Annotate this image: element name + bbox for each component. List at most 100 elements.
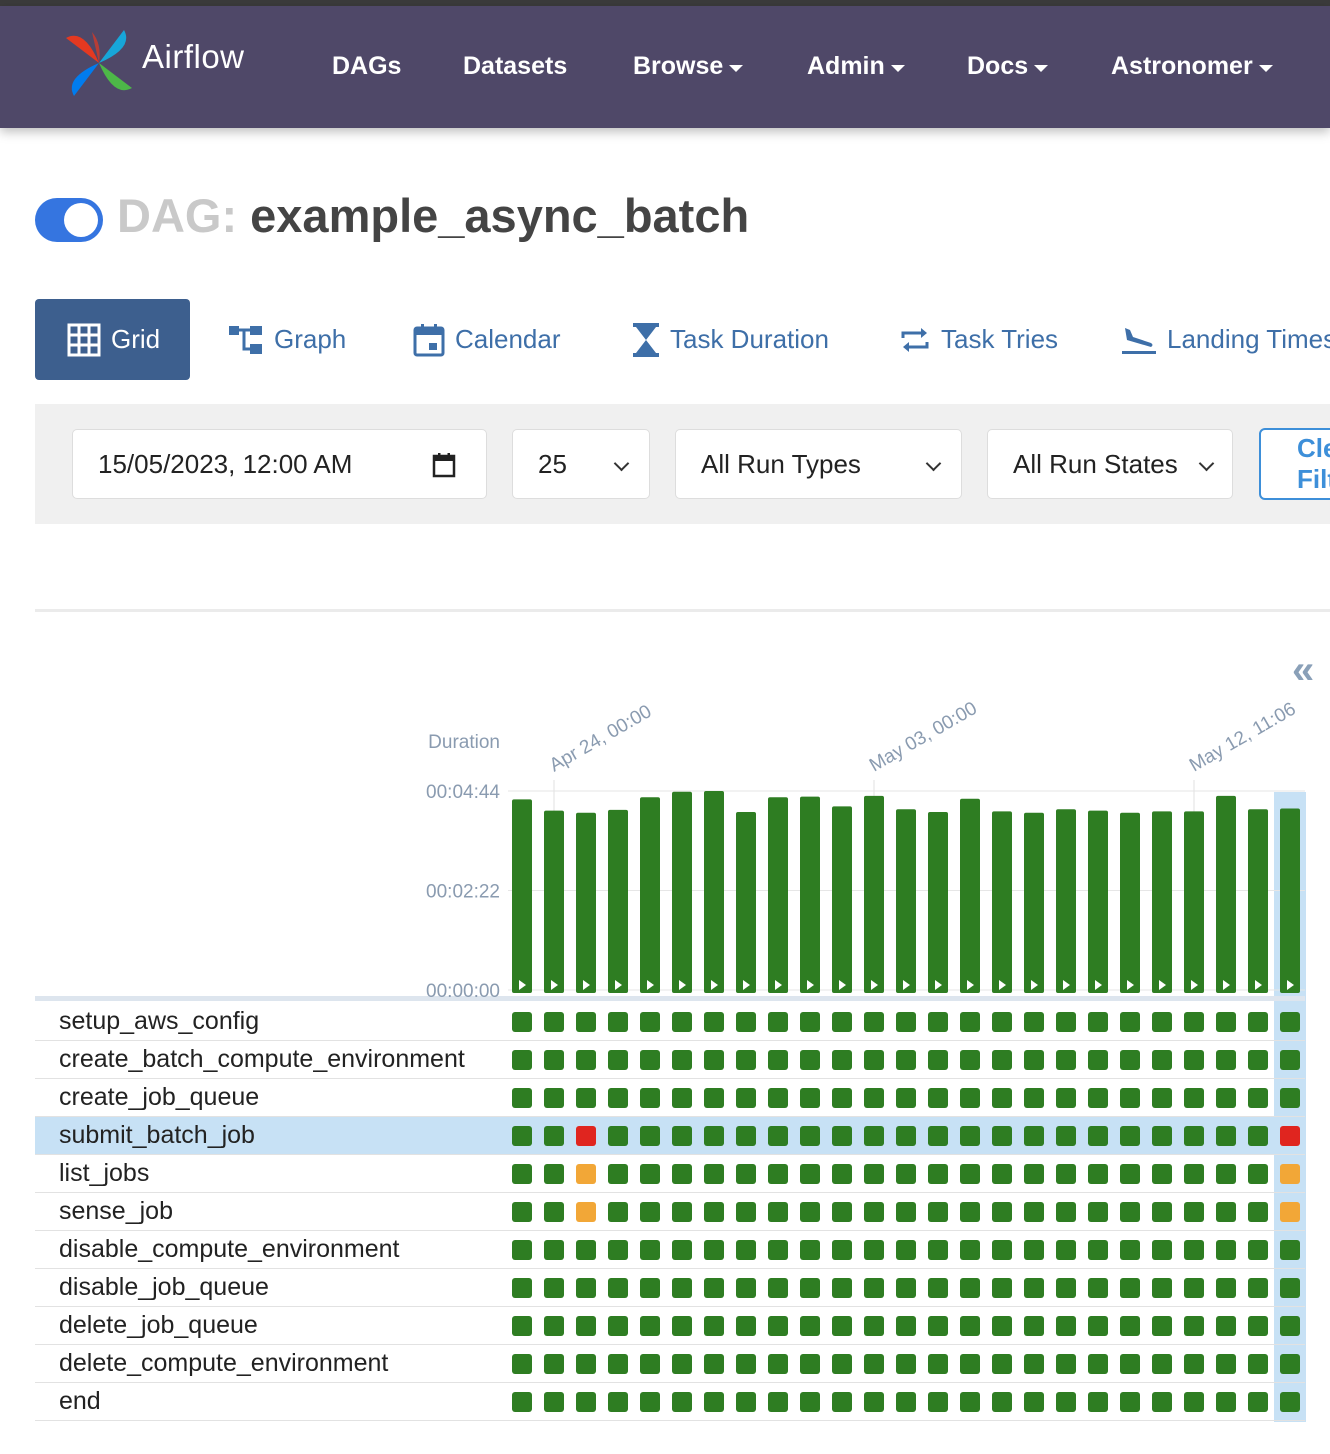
task-instance-cell[interactable]	[1280, 1354, 1300, 1374]
task-instance-cell[interactable]	[512, 1240, 532, 1260]
task-instance-cell[interactable]	[1184, 1240, 1204, 1260]
task-instance-cell[interactable]	[1088, 1164, 1108, 1184]
task-instance-cell[interactable]	[1248, 1240, 1268, 1260]
task-name[interactable]: delete_compute_environment	[59, 1349, 388, 1378]
task-instance-cell[interactable]	[928, 1316, 948, 1336]
task-name[interactable]: delete_job_queue	[59, 1311, 258, 1340]
task-instance-cell[interactable]	[608, 1278, 628, 1298]
task-name[interactable]: disable_compute_environment	[59, 1235, 400, 1264]
task-instance-cell[interactable]	[896, 1202, 916, 1222]
task-instance-cell[interactable]	[928, 1164, 948, 1184]
task-instance-cell[interactable]	[704, 1050, 724, 1070]
task-instance-cell[interactable]	[896, 1316, 916, 1336]
task-instance-cell[interactable]	[1216, 1164, 1236, 1184]
task-instance-cell[interactable]	[736, 1050, 756, 1070]
task-instance-cell[interactable]	[736, 1126, 756, 1146]
task-instance-cell[interactable]	[800, 1202, 820, 1222]
task-instance-cell[interactable]	[960, 1316, 980, 1336]
task-instance-cell[interactable]	[1056, 1202, 1076, 1222]
task-instance-cell[interactable]	[992, 1278, 1012, 1298]
task-instance-cell[interactable]	[864, 1392, 884, 1412]
task-instance-cell[interactable]	[1152, 1050, 1172, 1070]
task-instance-cell[interactable]	[1088, 1316, 1108, 1336]
task-instance-cell[interactable]	[672, 1012, 692, 1032]
task-instance-cell[interactable]	[1280, 1050, 1300, 1070]
task-instance-cell[interactable]	[800, 1126, 820, 1146]
task-instance-cell[interactable]	[1184, 1012, 1204, 1032]
task-instance-cell[interactable]	[928, 1012, 948, 1032]
task-instance-cell[interactable]	[736, 1354, 756, 1374]
task-instance-cell[interactable]	[1088, 1012, 1108, 1032]
task-instance-cell[interactable]	[512, 1012, 532, 1032]
task-instance-cell[interactable]	[1184, 1088, 1204, 1108]
task-instance-cell[interactable]	[736, 1088, 756, 1108]
task-instance-cell[interactable]	[704, 1392, 724, 1412]
task-instance-cell[interactable]	[1024, 1126, 1044, 1146]
task-instance-cell[interactable]	[1152, 1012, 1172, 1032]
task-instance-cell[interactable]	[832, 1316, 852, 1336]
task-instance-cell[interactable]	[1184, 1316, 1204, 1336]
task-instance-cell[interactable]	[1184, 1392, 1204, 1412]
task-instance-cell[interactable]	[1280, 1012, 1300, 1032]
task-instance-cell[interactable]	[512, 1354, 532, 1374]
task-instance-cell[interactable]	[928, 1126, 948, 1146]
task-row[interactable]: disable_job_queue	[35, 1269, 1305, 1307]
task-instance-cell[interactable]	[800, 1012, 820, 1032]
task-instance-cell[interactable]	[576, 1316, 596, 1336]
task-instance-cell[interactable]	[736, 1240, 756, 1260]
task-instance-cell[interactable]	[832, 1354, 852, 1374]
nav-admin[interactable]: Admin	[807, 52, 905, 81]
base-date-input[interactable]: 15/05/2023, 12:00 AM	[72, 429, 487, 499]
tab-landing-times[interactable]: Landing Times	[1121, 299, 1330, 380]
task-instance-cell[interactable]	[704, 1240, 724, 1260]
task-instance-cell[interactable]	[992, 1012, 1012, 1032]
task-instance-cell[interactable]	[1024, 1050, 1044, 1070]
task-name[interactable]: disable_job_queue	[59, 1273, 269, 1302]
task-instance-cell[interactable]	[576, 1164, 596, 1184]
task-instance-cell[interactable]	[1120, 1088, 1140, 1108]
task-instance-cell[interactable]	[1216, 1316, 1236, 1336]
task-instance-cell[interactable]	[800, 1088, 820, 1108]
task-instance-cell[interactable]	[544, 1354, 564, 1374]
task-instance-cell[interactable]	[1056, 1354, 1076, 1374]
task-instance-cell[interactable]	[768, 1392, 788, 1412]
task-instance-cell[interactable]	[1088, 1354, 1108, 1374]
task-instance-cell[interactable]	[1184, 1202, 1204, 1222]
task-instance-cell[interactable]	[608, 1392, 628, 1412]
task-instance-cell[interactable]	[544, 1240, 564, 1260]
task-instance-cell[interactable]	[1280, 1240, 1300, 1260]
task-instance-cell[interactable]	[1280, 1126, 1300, 1146]
task-instance-cell[interactable]	[1280, 1088, 1300, 1108]
task-instance-cell[interactable]	[640, 1278, 660, 1298]
task-instance-cell[interactable]	[704, 1012, 724, 1032]
task-instance-cell[interactable]	[640, 1202, 660, 1222]
task-instance-cell[interactable]	[672, 1164, 692, 1184]
task-instance-cell[interactable]	[896, 1126, 916, 1146]
task-instance-cell[interactable]	[1216, 1202, 1236, 1222]
task-instance-cell[interactable]	[864, 1354, 884, 1374]
task-instance-cell[interactable]	[1280, 1316, 1300, 1336]
task-instance-cell[interactable]	[1248, 1164, 1268, 1184]
task-instance-cell[interactable]	[1216, 1126, 1236, 1146]
task-instance-cell[interactable]	[736, 1202, 756, 1222]
task-instance-cell[interactable]	[736, 1012, 756, 1032]
task-instance-cell[interactable]	[704, 1088, 724, 1108]
task-instance-cell[interactable]	[704, 1278, 724, 1298]
task-row[interactable]: delete_job_queue	[35, 1307, 1305, 1345]
task-instance-cell[interactable]	[832, 1278, 852, 1298]
task-instance-cell[interactable]	[1056, 1012, 1076, 1032]
task-instance-cell[interactable]	[1184, 1278, 1204, 1298]
task-instance-cell[interactable]	[544, 1316, 564, 1336]
task-instance-cell[interactable]	[992, 1354, 1012, 1374]
brand-logo-link[interactable]: Airflow	[62, 26, 245, 100]
task-instance-cell[interactable]	[704, 1354, 724, 1374]
task-instance-cell[interactable]	[1088, 1278, 1108, 1298]
task-instance-cell[interactable]	[1280, 1164, 1300, 1184]
task-instance-cell[interactable]	[1088, 1088, 1108, 1108]
task-instance-cell[interactable]	[1248, 1126, 1268, 1146]
task-instance-cell[interactable]	[1248, 1316, 1268, 1336]
task-instance-cell[interactable]	[1152, 1202, 1172, 1222]
task-instance-cell[interactable]	[1216, 1012, 1236, 1032]
task-name[interactable]: create_batch_compute_environment	[59, 1045, 465, 1074]
task-instance-cell[interactable]	[1152, 1316, 1172, 1336]
